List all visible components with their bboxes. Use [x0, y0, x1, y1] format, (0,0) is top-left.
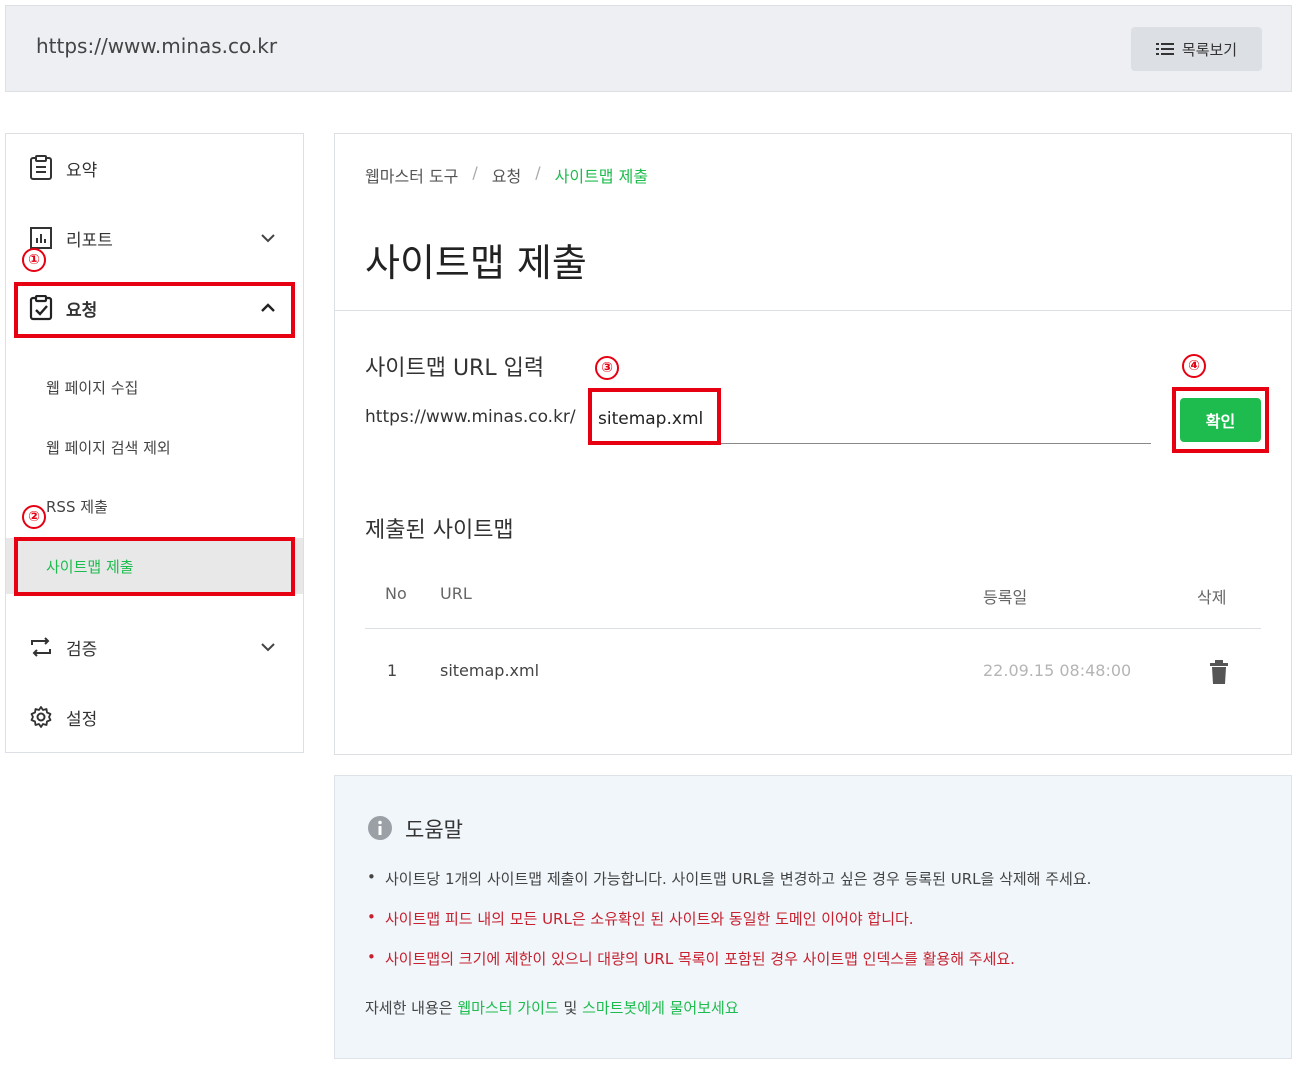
- row-no: 1: [387, 661, 398, 680]
- sidebar-item-label: 요약: [66, 160, 98, 181]
- sidebar-subitem-web-page-crawl[interactable]: 웹 페이지 수집: [6, 359, 303, 415]
- breadcrumb-webmaster-tools[interactable]: 웹마스터 도구: [365, 163, 458, 187]
- help-footer: 자세한 내용은 웹마스터 가이드 및 스마트봇에게 물어보세요: [365, 999, 739, 1017]
- annotation-box-sitemap: [14, 537, 295, 596]
- smartbot-link[interactable]: 스마트봇에게 물어보세요: [582, 999, 739, 1017]
- list-view-button[interactable]: 목록보기: [1131, 27, 1262, 71]
- annotation-box-confirm: [1172, 387, 1269, 453]
- webmaster-guide-link[interactable]: 웹마스터 가이드: [457, 999, 558, 1017]
- annotation-marker-4: ④: [1182, 354, 1206, 378]
- repeat-icon: [28, 634, 54, 660]
- submitted-sitemap-title: 제출된 사이트맵: [365, 518, 514, 543]
- annotation-marker-1: ①: [22, 248, 46, 272]
- help-list: • 사이트당 1개의 사이트맵 제출이 가능합니다. 사이트맵 URL을 변경하고…: [367, 868, 1091, 988]
- divider: [335, 310, 1291, 311]
- chevron-down-icon: [261, 234, 275, 243]
- annotation-box-request: [14, 282, 295, 338]
- row-url: sitemap.xml: [440, 661, 540, 680]
- row-date: 22.09.15 08:48:00: [983, 661, 1132, 680]
- table-header-delete: 삭제: [1197, 588, 1227, 607]
- main-panel: 웹마스터 도구 / 요청 / 사이트맵 제출 사이트맵 제출 사이트맵 URL …: [334, 133, 1292, 755]
- annotation-marker-2: ②: [22, 505, 46, 529]
- sidebar-item-label: 설정: [66, 709, 98, 730]
- breadcrumb-current: 사이트맵 제출: [554, 167, 649, 186]
- chevron-down-icon: [261, 643, 275, 652]
- site-header: https://www.minas.co.kr 목록보기: [5, 5, 1292, 92]
- site-url: https://www.minas.co.kr: [36, 34, 278, 58]
- sidebar: 요약 리포트 요청 웹 페이지 수집 웹 페이지 검색 제외 RSS 제출 사이…: [5, 133, 304, 753]
- breadcrumb: 웹마스터 도구 / 요청 / 사이트맵 제출: [365, 163, 648, 187]
- table-header-url: URL: [440, 584, 472, 603]
- table-header-divider: [365, 628, 1261, 629]
- table-header-date: 등록일: [983, 588, 1028, 607]
- help-item-warning: • 사이트맵 피드 내의 모든 URL은 소유확인 된 사이트와 동일한 도메인 …: [367, 908, 914, 928]
- help-item-warning: • 사이트맵의 크기에 제한이 있으니 대량의 URL 목록이 포함된 경우 사이…: [367, 948, 1015, 968]
- help-title: 도움말: [405, 818, 463, 842]
- sidebar-item-label: 리포트: [66, 230, 113, 251]
- breadcrumb-request[interactable]: 요청: [492, 163, 521, 187]
- sidebar-item-summary[interactable]: 요약: [6, 143, 303, 193]
- gear-icon: [28, 704, 54, 730]
- help-item: • 사이트당 1개의 사이트맵 제출이 가능합니다. 사이트맵 URL을 변경하고…: [367, 868, 1092, 888]
- sidebar-item-label: 검증: [66, 639, 98, 660]
- table-header-no: No: [385, 584, 407, 603]
- page-title: 사이트맵 제출: [365, 241, 587, 285]
- sidebar-subitem-rss-submit[interactable]: RSS 제출: [6, 478, 303, 534]
- trash-icon[interactable]: [1209, 660, 1229, 684]
- help-panel: 도움말 • 사이트당 1개의 사이트맵 제출이 가능합니다. 사이트맵 URL을 …: [334, 775, 1292, 1059]
- sidebar-item-verify[interactable]: 검증: [6, 622, 303, 672]
- list-icon: [1155, 43, 1174, 55]
- sidebar-subitem-web-page-exclude[interactable]: 웹 페이지 검색 제외: [6, 419, 303, 475]
- sidebar-item-settings[interactable]: 설정: [6, 692, 303, 742]
- sitemap-url-input-title: 사이트맵 URL 입력: [365, 356, 545, 381]
- annotation-marker-3: ③: [595, 356, 619, 380]
- breadcrumb-separator: /: [472, 163, 478, 182]
- info-icon: [368, 816, 392, 840]
- breadcrumb-separator: /: [535, 163, 541, 182]
- url-prefix: https://www.minas.co.kr/: [365, 407, 576, 427]
- sidebar-item-report[interactable]: 리포트: [6, 213, 303, 263]
- annotation-box-input: [588, 388, 721, 445]
- clipboard-icon: [28, 155, 54, 181]
- list-view-label: 목록보기: [1181, 40, 1238, 59]
